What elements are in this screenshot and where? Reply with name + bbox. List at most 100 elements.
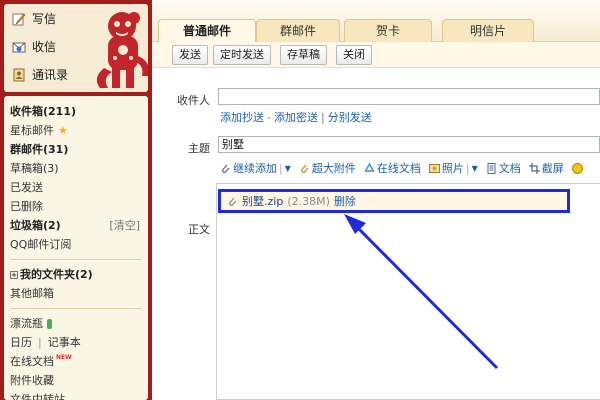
compose-panel: 普通邮件 群邮件 贺卡 明信片 发送 定时发送 存草稿 关闭 收件人 添加抄送 -… <box>152 0 600 400</box>
screenshot-button[interactable]: 截屏 <box>528 160 564 176</box>
dropdown-arrow-icon[interactable]: ▼ <box>472 164 478 173</box>
recipient-input[interactable] <box>218 88 600 105</box>
contacts-link[interactable]: 通讯录 <box>12 66 68 83</box>
recycle-icon <box>364 162 375 172</box>
mail-type-tabs: 普通邮件 群邮件 贺卡 明信片 <box>152 0 600 43</box>
emoji-button[interactable] <box>571 162 583 174</box>
attached-file-row: 别墅.zip (2.38M) 删除 <box>218 189 570 213</box>
folder-label: 星标邮件 <box>10 124 54 137</box>
folder-other-mailbox[interactable]: 其他邮箱 <box>10 284 148 303</box>
delete-attachment-link[interactable]: 删除 <box>334 193 356 209</box>
cc-links: 添加抄送 - 添加密送 | 分别发送 <box>220 109 372 125</box>
scheduled-send-button[interactable]: 定时发送 <box>213 45 271 65</box>
folder-label: 已发送 <box>10 181 43 194</box>
folder-online-docs[interactable]: 在线文档 NEW <box>10 352 148 371</box>
folder-spam[interactable]: 垃圾箱(2) [清空] <box>10 216 148 235</box>
folder-group-mail[interactable]: 群邮件(31) <box>10 140 148 159</box>
document-button[interactable]: 文档 <box>486 160 521 176</box>
folder-label: 已删除 <box>10 200 43 213</box>
star-icon: ★ <box>58 124 68 137</box>
folder-sent[interactable]: 已发送 <box>10 178 148 197</box>
folder-label: 漂流瓶 <box>10 317 43 330</box>
folder-list: 收件箱(211) 星标邮件 ★ 群邮件(31) 草稿箱(3) 已发送 已删除 垃圾… <box>4 96 148 400</box>
folder-label: QQ邮件订阅 <box>10 238 72 251</box>
tab-normal-mail[interactable]: 普通邮件 <box>158 19 256 43</box>
separate-send-link[interactable]: 分别发送 <box>328 111 372 124</box>
paperclip-icon <box>222 164 230 173</box>
folder-drift-bottle[interactable]: 漂流瓶 <box>10 314 148 333</box>
attachment-size: (2.38M) <box>287 194 330 208</box>
dropdown-arrow-icon[interactable]: ▼ <box>285 164 291 173</box>
online-doc-button[interactable]: 在线文档 <box>364 160 421 176</box>
folder-label: 垃圾箱(2) <box>10 219 61 232</box>
save-draft-button[interactable]: 存草稿 <box>280 45 327 65</box>
calendar-link[interactable]: 日历 <box>10 333 32 352</box>
online-doc-label: 在线文档 <box>376 162 421 175</box>
address-book-icon <box>13 68 25 81</box>
folder-drafts[interactable]: 草稿箱(3) <box>10 159 148 178</box>
sidebar: 写信 收信 通讯录 收件箱(211) 星标邮件 ★ 群邮件(31) 草稿箱(3) … <box>0 0 152 400</box>
monkey-papercut-icon <box>96 12 148 88</box>
continue-add-button[interactable]: 继续添加 | ▼ <box>220 160 291 176</box>
folder-label: 群邮件(31) <box>10 143 69 156</box>
folder-calendar-notes: 日历 | 记事本 <box>10 333 148 352</box>
folder-inbox[interactable]: 收件箱(211) <box>10 102 148 121</box>
crop-icon <box>528 162 540 174</box>
paperclip-icon <box>300 164 309 173</box>
large-attachment-label: 超大附件 <box>311 162 356 175</box>
screenshot-label: 截屏 <box>541 162 564 175</box>
folder-label: 在线文档 <box>10 355 54 368</box>
write-mail-link[interactable]: 写信 <box>12 10 56 27</box>
divider <box>10 308 142 309</box>
compose-toolbar: 发送 定时发送 存草稿 关闭 <box>152 42 600 68</box>
folder-label: 其他邮箱 <box>10 287 54 300</box>
large-attachment-button[interactable]: 超大附件 <box>299 160 356 176</box>
add-bcc-link[interactable]: 添加密送 <box>274 111 318 124</box>
separator: | <box>38 336 42 349</box>
expand-icon[interactable]: + <box>10 270 18 279</box>
bottle-icon <box>47 318 52 329</box>
separator: | <box>320 111 325 124</box>
separator: | <box>279 161 283 175</box>
write-mail-label: 写信 <box>32 12 57 26</box>
tab-group-mail[interactable]: 群邮件 <box>256 19 340 42</box>
folder-label: 草稿箱(3) <box>10 162 59 175</box>
folder-my-folders[interactable]: + 我的文件夹(2) <box>10 265 148 284</box>
send-button[interactable]: 发送 <box>172 45 208 65</box>
add-cc-link[interactable]: 添加抄送 <box>220 111 264 124</box>
separator: - <box>267 111 271 124</box>
folder-starred[interactable]: 星标邮件 ★ <box>10 121 148 140</box>
photo-label: 照片 <box>441 162 464 175</box>
recipient-label: 收件人 <box>177 94 210 107</box>
folder-attachment-favorites[interactable]: 附件收藏 <box>10 371 148 390</box>
photo-icon <box>428 163 440 173</box>
sidebar-quick-links: 写信 收信 通讯录 <box>4 4 148 92</box>
subject-input[interactable]: 别墅 <box>218 136 600 153</box>
document-label: 文档 <box>498 162 521 175</box>
folder-label: 文件中转站 <box>10 393 65 400</box>
folder-qq-subscription[interactable]: QQ邮件订阅 <box>10 235 148 254</box>
separator: | <box>465 161 470 175</box>
folder-label: 收件箱(211) <box>10 105 77 118</box>
folder-label: 附件收藏 <box>10 374 54 387</box>
envelope-icon <box>12 42 26 52</box>
document-icon <box>487 162 496 174</box>
folder-file-transfer[interactable]: 文件中转站 <box>10 390 148 400</box>
photo-button[interactable]: 照片 | ▼ <box>428 160 478 176</box>
tab-greeting-card[interactable]: 贺卡 <box>344 19 432 42</box>
body-editor[interactable] <box>216 183 600 400</box>
check-mail-link[interactable]: 收信 <box>12 38 56 55</box>
check-mail-label: 收信 <box>32 40 57 54</box>
folder-deleted[interactable]: 已删除 <box>10 197 148 216</box>
attachment-toolbar: 继续添加 | ▼ 超大附件 在线文档 照片 | ▼ 文档 截屏 <box>220 159 588 177</box>
attachment-filename[interactable]: 别墅.zip <box>242 193 283 209</box>
tab-postcard[interactable]: 明信片 <box>442 19 534 42</box>
close-button[interactable]: 关闭 <box>336 45 372 65</box>
paperclip-icon <box>229 197 237 206</box>
empty-spam-link[interactable]: [清空] <box>109 216 140 235</box>
subject-label: 主题 <box>188 142 210 155</box>
contacts-label: 通讯录 <box>32 68 69 82</box>
body-label: 正文 <box>188 223 210 236</box>
continue-add-label: 继续添加 <box>233 162 277 175</box>
new-badge: NEW <box>56 354 72 361</box>
